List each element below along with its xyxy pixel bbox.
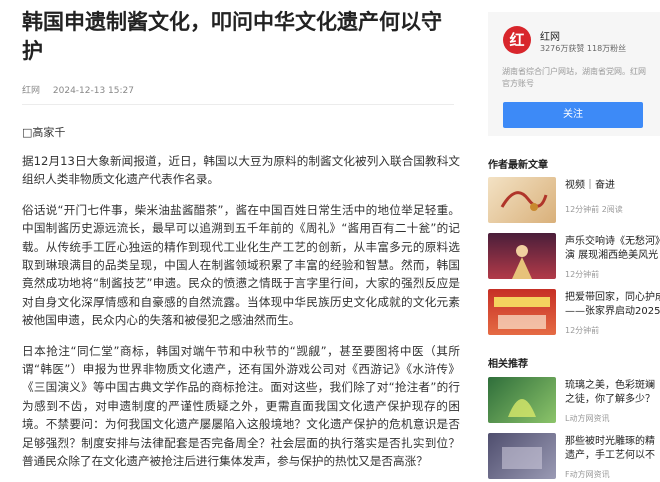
list-item-meta: L动方网资讯: [565, 414, 610, 423]
list-item[interactable]: 视频｜奋进 12分钟前 2阅读: [488, 177, 660, 223]
article-thumbnail[interactable]: [488, 433, 556, 479]
divider: [22, 104, 454, 105]
article-date: 2024-12-13 15:27: [52, 86, 134, 96]
list-item[interactable]: 琉璃之美，色彩斑斓 之徒，你了解多少？ L动方网资讯: [488, 377, 660, 423]
avatar[interactable]: 红: [503, 26, 531, 54]
list-item-title-line2[interactable]: 演 展现湘西绝美风光: [565, 249, 660, 263]
list-item-title[interactable]: 视频｜奋进: [565, 179, 660, 193]
author-profile-card: 红 红网 3276万获赞 118万粉丝 湖南省综合门户网站，湖南省党网。红网官方…: [488, 12, 660, 136]
list-item-title-line2[interactable]: 之徒，你了解多少？: [565, 393, 660, 407]
list-item-title[interactable]: 琉璃之美，色彩斑斓: [565, 379, 660, 393]
related-heading: 相关推荐: [488, 359, 528, 370]
list-item-meta: 12分钟前: [565, 270, 600, 279]
paragraph: 日本抢注“同仁堂”商标，韩国对端午节和中秋节的“觊觎”，甚至要图将中医（其所谓“…: [22, 343, 460, 469]
list-item-meta: F动方网资讯: [565, 470, 610, 479]
list-item-meta: 12分钟前: [565, 326, 600, 335]
article-thumbnail[interactable]: [488, 377, 556, 423]
article-author: □高家千: [22, 126, 66, 139]
list-item[interactable]: 把爱带回家，同心护成长 ——张家界启动2025年 12分钟前: [488, 289, 660, 335]
list-item[interactable]: 声乐交响诗《无愁河》 演 展现湘西绝美风光 12分钟前: [488, 233, 660, 279]
event-banner-icon: [494, 297, 550, 329]
article-title: 韩国申遗制酱文化，叩问中华文化遗产何以守护: [22, 10, 442, 63]
craft-workshop-icon: [502, 447, 542, 469]
profile-description: 湖南省综合门户网站，湖南省党网。红网官方账号: [502, 67, 646, 88]
author-latest-heading: 作者最新文章: [488, 160, 548, 171]
list-item-title[interactable]: 把爱带回家，同心护成长: [565, 291, 660, 305]
list-item-title-line2[interactable]: ——张家界启动2025年: [565, 305, 660, 319]
article-meta: 红网 2024-12-13 15:27: [22, 83, 134, 96]
list-item-title[interactable]: 那些被时光雕琢的精: [565, 435, 660, 449]
profile-name[interactable]: 红网: [540, 28, 560, 43]
paragraph: 俗话说“开门七件事，柴米油盐酱醋茶”，酱在中国百姓日常生活中的地位举足轻重。中国…: [22, 202, 460, 328]
article-source[interactable]: 红网: [22, 86, 40, 96]
article-thumbnail[interactable]: [488, 177, 556, 223]
stage-performance-icon: [512, 245, 532, 279]
list-item-title-line2[interactable]: 遗产，手工艺何以不: [565, 449, 660, 463]
glass-art-icon: [508, 399, 536, 417]
list-item-title[interactable]: 声乐交响诗《无愁河》: [565, 235, 660, 249]
article-thumbnail[interactable]: [488, 233, 556, 279]
follow-button[interactable]: 关注: [503, 102, 643, 128]
article-body: 据12月13日大象新闻报道，近日，韩国以大豆为原料的制酱文化被列入联合国教科文组…: [22, 152, 460, 482]
brush-art-icon: [500, 191, 548, 211]
paragraph: 据12月13日大象新闻报道，近日，韩国以大豆为原料的制酱文化被列入联合国教科文组…: [22, 154, 460, 187]
list-item-meta: 12分钟前 2阅读: [565, 205, 623, 214]
profile-stats: 3276万获赞 118万粉丝: [540, 44, 627, 53]
article-thumbnail[interactable]: [488, 289, 556, 335]
sidebar: 红 红网 3276万获赞 118万粉丝 湖南省综合门户网站，湖南省党网。红网官方…: [488, 0, 660, 482]
list-item[interactable]: 那些被时光雕琢的精 遗产，手工艺何以不 F动方网资讯: [488, 433, 660, 479]
